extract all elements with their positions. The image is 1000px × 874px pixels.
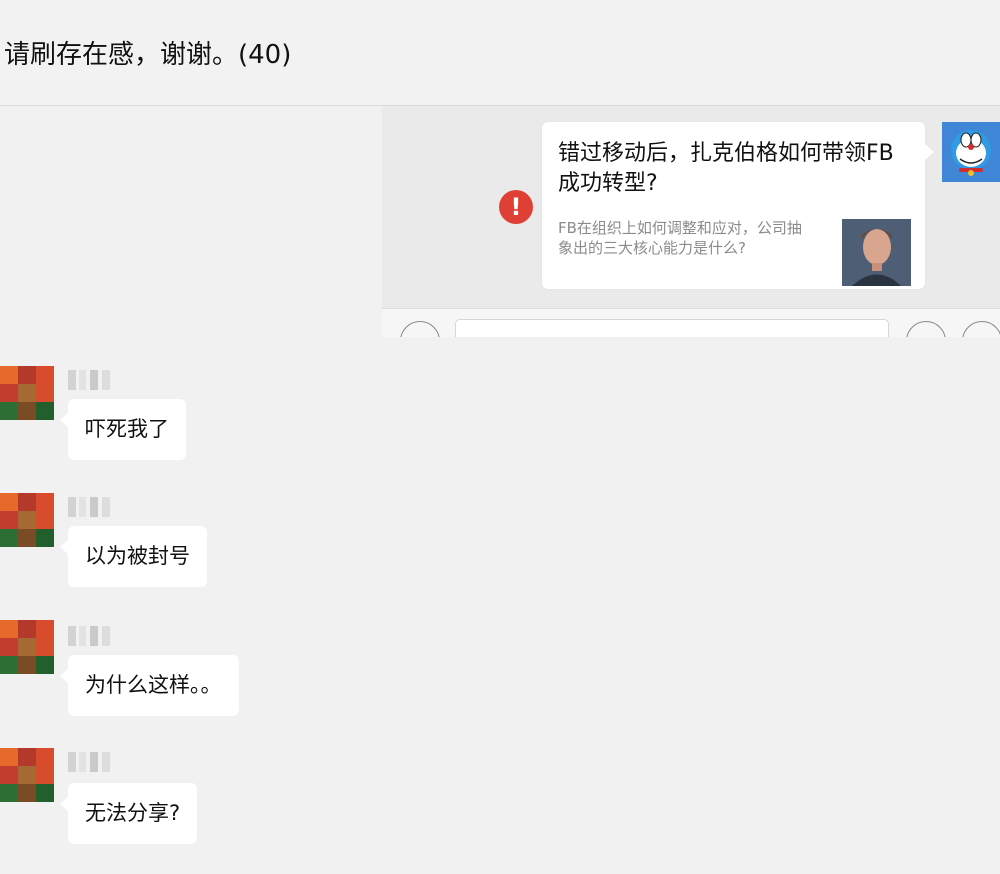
chat-message: 为什么这样。。 xyxy=(0,620,400,730)
article-description: FB在组织上如何调整和应对，公司抽象出的三大核心能力是什么? xyxy=(558,219,802,257)
shared-article-card[interactable]: 错过移动后，扎克伯格如何带领FB成功转型? FB在组织上如何调整和应对，公司抽象… xyxy=(542,122,934,289)
sender-name-redacted xyxy=(68,370,110,390)
sender-avatar[interactable] xyxy=(942,122,1000,182)
message-input[interactable] xyxy=(455,319,889,337)
chat-header: 请刷存在感，谢谢。(40) xyxy=(0,0,1000,106)
voice-button[interactable] xyxy=(400,321,440,337)
article-title: 错过移动后，扎克伯格如何带领FB成功转型? xyxy=(558,141,894,196)
avatar[interactable] xyxy=(0,493,54,547)
message-bubble[interactable]: 以为被封号 xyxy=(60,526,207,587)
avatar[interactable] xyxy=(0,620,54,674)
message-input-bar xyxy=(382,308,1000,337)
shared-message-panel: 错过移动后，扎克伯格如何带领FB成功转型? FB在组织上如何调整和应对，公司抽象… xyxy=(382,106,1000,337)
doraemon-avatar-icon xyxy=(942,122,1000,182)
more-button[interactable] xyxy=(962,321,1000,337)
sender-name-redacted xyxy=(68,626,110,646)
person-photo-icon xyxy=(842,219,911,286)
message-bubble[interactable]: 无法分享? xyxy=(59,783,198,844)
article-thumbnail xyxy=(842,219,911,286)
avatar[interactable] xyxy=(0,366,54,420)
sender-name-redacted xyxy=(68,497,110,517)
chat-message: 以为被封号 xyxy=(0,493,400,603)
avatar[interactable] xyxy=(0,748,54,802)
chat-message: 吓死我了 xyxy=(0,366,400,476)
chat-title: 请刷存在感，谢谢。(40) xyxy=(4,40,292,70)
sender-name-redacted xyxy=(68,752,110,772)
chat-message: 无法分享? xyxy=(0,748,400,858)
emoji-button[interactable] xyxy=(906,321,946,337)
message-bubble[interactable]: 吓死我了 xyxy=(60,399,186,460)
send-failed-icon[interactable]: ! xyxy=(499,190,533,224)
message-bubble[interactable]: 为什么这样。。 xyxy=(60,655,239,716)
